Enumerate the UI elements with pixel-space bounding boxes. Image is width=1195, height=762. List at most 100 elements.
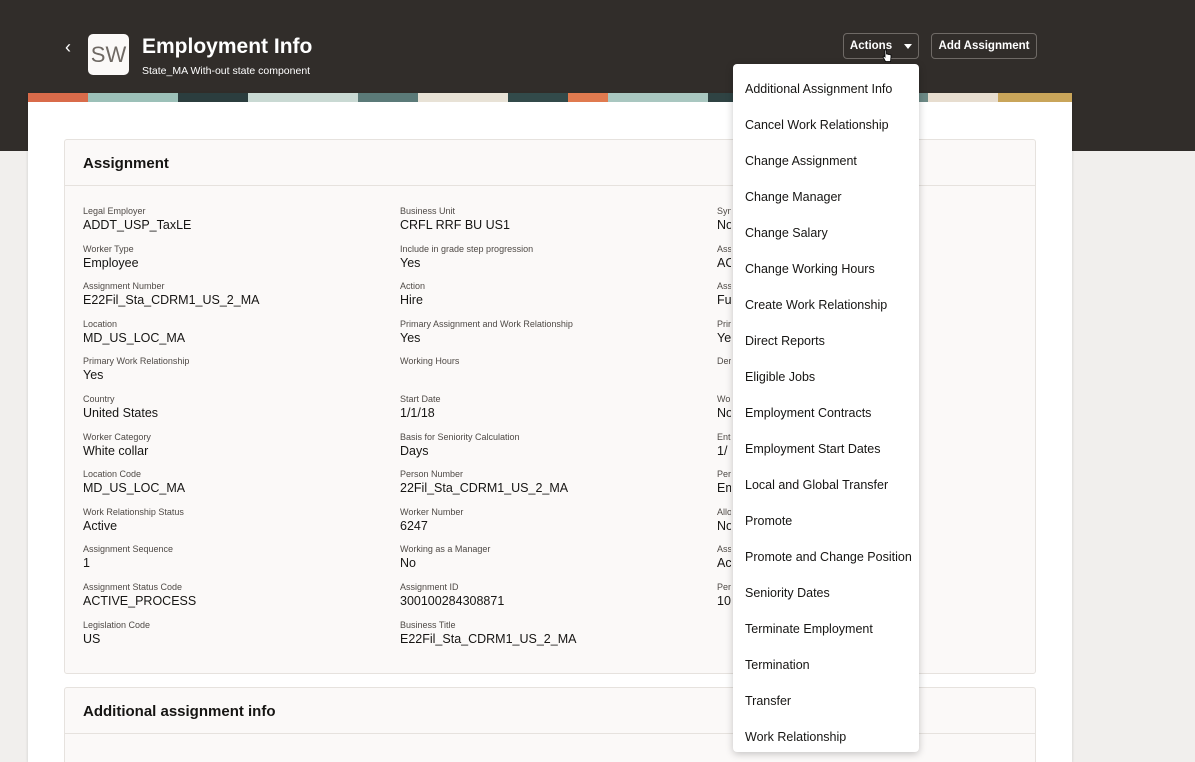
menu-item[interactable]: Promote [733, 503, 919, 539]
menu-item[interactable]: Eligible Jobs [733, 359, 919, 395]
menu-item[interactable]: Change Assignment [733, 143, 919, 179]
field-value: Hire [400, 293, 423, 308]
field-label: Syn [717, 206, 731, 216]
assignment-field: Business Title E22Fil_Sta_CDRM1_US_2_MA [400, 620, 700, 647]
field-value: E22Fil_Sta_CDRM1_US_2_MA [400, 631, 577, 646]
field-label: Allo [717, 506, 731, 517]
menu-item[interactable]: Create Work Relationship [733, 287, 919, 323]
field-value: White collar [83, 443, 149, 458]
field-value: E22Fil_Sta_CDRM1_US_2_MA [83, 293, 260, 308]
additional-card-title: Additional assignment info [83, 703, 276, 720]
assignment-field: Wo No [717, 394, 731, 421]
assignment-field: Include in grade step progression Yes [400, 244, 700, 271]
menu-item[interactable]: Transfer [733, 683, 919, 719]
field-label: Working Hours [400, 356, 460, 367]
menu-item[interactable]: Additional Assignment Info [733, 71, 919, 107]
assignment-field: Working as a Manager No [400, 544, 700, 571]
assignment-field: Legislation Code US [83, 620, 383, 647]
page-subtitle: State_MA With-out state component [142, 65, 311, 77]
field-label: Work Relationship Status [83, 506, 184, 517]
field-label: Primary Work Relationship [83, 356, 190, 367]
menu-item[interactable]: Promote and Change Position [733, 539, 919, 575]
assignment-field: Assignment Sequence 1 [83, 544, 383, 571]
avatar: SW [88, 34, 129, 75]
menu-item[interactable]: Work Relationship [733, 719, 919, 755]
assignment-field: Ass Fu [717, 281, 731, 308]
field-value: No [400, 556, 416, 571]
field-label: Assignment Number [83, 281, 165, 292]
field-label: Legislation Code [83, 619, 151, 630]
assignment-field: PrirYes [717, 319, 731, 346]
back-button[interactable]: ‹ [60, 37, 76, 57]
assignment-card-title: Assignment [83, 155, 169, 172]
menu-item[interactable]: Change Manager [733, 179, 919, 215]
field-label: Assignment Status Code [83, 582, 183, 592]
field-value: MD_US_LOC_MA [83, 481, 186, 496]
field-label: Wo [717, 394, 731, 404]
field-label: Assignment Sequence [83, 544, 174, 555]
field-label: Start Date [400, 394, 441, 404]
field-value: 6247 [400, 518, 428, 533]
assignment-field: Ent 1/ [717, 432, 731, 459]
menu-item[interactable]: Direct Reports [733, 323, 919, 359]
menu-item[interactable]: Local and Global Transfer [733, 467, 919, 503]
actions-button[interactable]: Actions [843, 33, 919, 59]
assignment-field: Primary Assignment and Work Relationship… [400, 319, 700, 346]
assignment-field: Business Unit CRFL RRF BU US1 [400, 206, 700, 233]
hand-pointer-icon [882, 49, 892, 62]
field-value: Yes [83, 368, 104, 383]
field-value: Yes [717, 330, 731, 345]
field-value: Fu [717, 293, 731, 308]
assignment-field: Ass Ac [717, 544, 731, 571]
assignment-field: Worker Type Employee [83, 244, 383, 271]
menu-item[interactable]: Terminate Employment [733, 611, 919, 647]
field-label: Ent [717, 431, 731, 442]
field-label: Working as a Manager [400, 544, 491, 555]
field-label: Per [717, 469, 731, 480]
menu-item[interactable]: Seniority Dates [733, 575, 919, 611]
menu-item[interactable]: Change Salary [733, 215, 919, 251]
field-value: ADDT_USP_TaxLE [83, 218, 192, 232]
assignment-field: Der [717, 356, 731, 367]
field-label: Country [83, 394, 115, 404]
field-value: Yes [400, 255, 421, 270]
field-value: No [717, 406, 731, 420]
menu-item[interactable]: Employment Contracts [733, 395, 919, 431]
field-label: Include in grade step progression [400, 243, 534, 254]
assignment-field: Worker Category White collar [83, 432, 383, 459]
menu-item[interactable]: Termination [733, 647, 919, 683]
assignment-field: Action Hire [400, 281, 700, 308]
field-label: Worker Number [400, 506, 464, 517]
menu-item[interactable]: Employment Start Dates [733, 431, 919, 467]
assignment-field: Country United States [83, 394, 383, 421]
field-value: 300100284308871 [400, 594, 505, 608]
field-label: Worker Category [83, 431, 151, 442]
field-value: CRFL RRF BU US1 [400, 218, 510, 232]
field-value: No [717, 518, 731, 533]
assignment-field: Per 10 [717, 582, 731, 609]
add-assignment-button[interactable]: Add Assignment [931, 33, 1037, 59]
page-title: Employment Info [142, 35, 313, 58]
menu-item[interactable]: Change Working Hours [733, 251, 919, 287]
assignment-field: Worker Number 6247 [400, 507, 700, 534]
field-label: Ass [717, 281, 731, 292]
field-value: 1 [83, 556, 90, 571]
assignment-field: Assignment ID 300100284308871 [400, 582, 700, 609]
actions-dropdown-menu: Additional Assignment Info Cancel Work Re… [733, 64, 919, 752]
field-label: Assignment ID [400, 582, 459, 592]
field-value: 1/1/18 [400, 406, 435, 420]
field-label: Worker Type [83, 243, 134, 254]
menu-item[interactable]: Cancel Work Relationship [733, 107, 919, 143]
field-value: Active [83, 518, 118, 533]
field-label: Ass [717, 243, 731, 254]
field-value: 10 [717, 594, 731, 608]
assignment-field: Primary Work Relationship Yes [83, 356, 383, 383]
field-value: United States [83, 406, 159, 420]
field-value: AC [717, 255, 731, 270]
field-label: Ass [717, 544, 731, 555]
field-value: US [83, 631, 101, 646]
assignment-field: Ass AC [717, 244, 731, 271]
field-label: Der [717, 356, 731, 367]
field-label: Business Title [400, 619, 456, 630]
field-label: Primary Assignment and Work Relationship [400, 318, 573, 329]
